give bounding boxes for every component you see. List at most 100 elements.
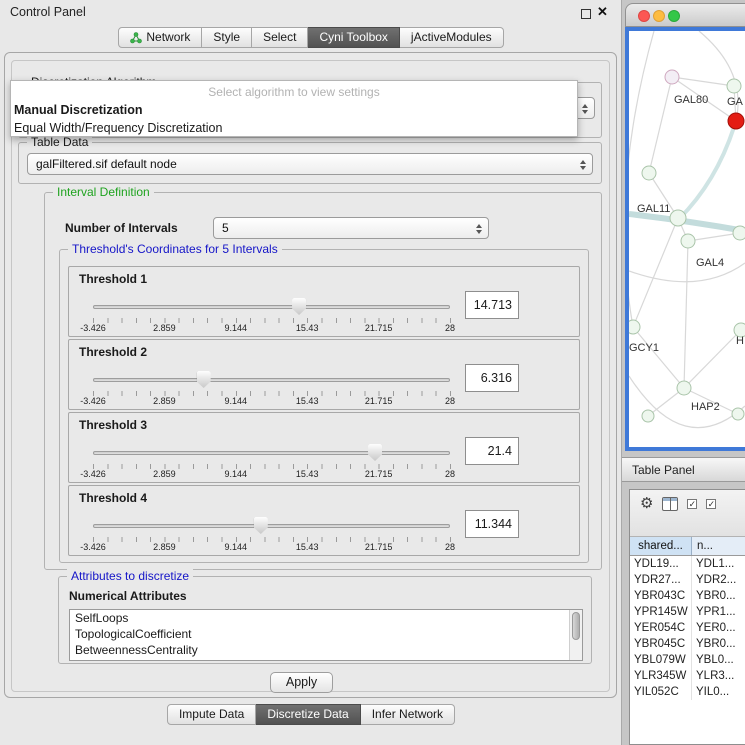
cell[interactable]: YBL0...: [692, 652, 745, 668]
cell[interactable]: YBR043C: [630, 588, 692, 604]
tab-cyni-toolbox[interactable]: Cyni Toolbox: [308, 27, 399, 48]
tick-label: 9.144: [225, 469, 248, 479]
number-of-intervals-label: Number of Intervals: [65, 221, 178, 235]
network-node[interactable]: [670, 210, 686, 226]
threshold-value-field[interactable]: 6.316: [465, 364, 519, 392]
table-row[interactable]: YBR045CYBR0...: [630, 636, 745, 652]
table-row[interactable]: YIL052CYIL0...: [630, 684, 745, 700]
cell[interactable]: YPR1...: [692, 604, 745, 620]
checkbox-checked-icon[interactable]: ✓: [706, 499, 716, 509]
slider-thumb[interactable]: [292, 298, 306, 315]
network-node[interactable]: [629, 320, 640, 334]
slider-thumb[interactable]: [254, 517, 268, 534]
network-node[interactable]: [665, 70, 679, 84]
network-node[interactable]: [733, 226, 745, 240]
table-row[interactable]: YDR27...YDR2...: [630, 572, 745, 588]
slider-thumb[interactable]: [368, 444, 382, 461]
threshold-value-field[interactable]: 14.713: [465, 291, 519, 319]
close-icon[interactable]: ✕: [597, 4, 608, 20]
scrollbar-thumb[interactable]: [572, 612, 580, 640]
cell[interactable]: YBL079W: [630, 652, 692, 668]
node-label-gal11: GAL11: [637, 203, 670, 215]
cell[interactable]: YIL052C: [630, 684, 692, 700]
top-tab-bar: Network Style Select Cyni Toolbox jActiv…: [0, 27, 622, 48]
dropdown-option-equal-width[interactable]: Equal Width/Frequency Discretization: [11, 119, 577, 137]
column-header-name[interactable]: n...: [692, 537, 745, 555]
gear-icon[interactable]: ⚙: [640, 496, 653, 512]
threshold-value-field[interactable]: 21.4: [465, 437, 519, 465]
cell[interactable]: YDR2...: [692, 572, 745, 588]
threshold-label: Threshold 2: [79, 345, 147, 359]
table-row[interactable]: YER054CYER0...: [630, 620, 745, 636]
slider-track[interactable]: [93, 524, 450, 528]
tick-label: 15.43: [296, 469, 319, 479]
checkbox-checked-icon[interactable]: ✓: [687, 499, 697, 509]
tick-label: -3.426: [80, 469, 106, 479]
cell[interactable]: YER0...: [692, 620, 745, 636]
columns-icon[interactable]: [662, 497, 678, 511]
table-row[interactable]: YPR145WYPR1...: [630, 604, 745, 620]
float-window-icon[interactable]: [581, 9, 591, 19]
cell[interactable]: YLR3...: [692, 668, 745, 684]
cell[interactable]: YER054C: [630, 620, 692, 636]
list-item[interactable]: SelfLoops: [70, 610, 582, 626]
vertical-scrollbar[interactable]: [569, 610, 582, 660]
minimize-traffic-light-icon[interactable]: [653, 10, 665, 22]
tab-jactivemodules[interactable]: jActiveModules: [400, 27, 504, 48]
table-row[interactable]: YDL19...YDL1...: [630, 556, 745, 572]
table-panel-window: ⚙ ✓ ✓ shared... n... YDL19...YDL1... YDR…: [629, 489, 745, 745]
column-header-shared-name[interactable]: shared...: [630, 537, 692, 555]
network-node[interactable]: [642, 166, 656, 180]
network-node[interactable]: [681, 234, 695, 248]
list-item[interactable]: TopologicalCoefficient: [70, 626, 582, 642]
network-node[interactable]: [732, 408, 744, 420]
apply-button[interactable]: Apply: [270, 672, 333, 693]
threshold-slider[interactable]: [93, 298, 450, 316]
table-row[interactable]: YLR345WYLR3...: [630, 668, 745, 684]
threshold-slider[interactable]: [93, 444, 450, 462]
number-of-intervals-combo[interactable]: 5: [213, 217, 489, 239]
tick-label: 2.859: [153, 469, 176, 479]
cell[interactable]: YIL0...: [692, 684, 745, 700]
slider-track[interactable]: [93, 378, 450, 382]
cell[interactable]: YDR27...: [630, 572, 692, 588]
tab-infer-network[interactable]: Infer Network: [361, 704, 455, 725]
cell[interactable]: YLR345W: [630, 668, 692, 684]
network-node-selected-red[interactable]: [728, 113, 744, 129]
table-row[interactable]: YBL079WYBL0...: [630, 652, 745, 668]
cell[interactable]: YDL1...: [692, 556, 745, 572]
zoom-traffic-light-icon[interactable]: [668, 10, 680, 22]
table-data-combo[interactable]: galFiltered.sif default node: [27, 153, 593, 175]
threshold-value-field[interactable]: 11.344: [465, 510, 519, 538]
table-row[interactable]: YBR043CYBR0...: [630, 588, 745, 604]
slider-thumb[interactable]: [197, 371, 211, 388]
cell[interactable]: YBR0...: [692, 636, 745, 652]
cell[interactable]: YDL19...: [630, 556, 692, 572]
table-panel-titlebar[interactable]: Table Panel: [622, 457, 745, 482]
dropdown-option-manual[interactable]: Manual Discretization: [11, 101, 577, 119]
tick-label: 9.144: [225, 323, 248, 333]
close-traffic-light-icon[interactable]: [638, 10, 650, 22]
tab-impute-data[interactable]: Impute Data: [167, 704, 256, 725]
network-node[interactable]: [727, 79, 741, 93]
network-nodes: [629, 70, 745, 422]
network-window-titlebar[interactable]: [625, 3, 745, 27]
algorithm-dropdown-popup: Select algorithm to view settings Manual…: [10, 80, 578, 137]
slider-track[interactable]: [93, 305, 450, 309]
tab-style[interactable]: Style: [202, 27, 252, 48]
tab-select[interactable]: Select: [252, 27, 308, 48]
network-canvas[interactable]: GAL80 GA GAL11 GAL4 GCY1 H HAP2: [625, 27, 745, 451]
cell[interactable]: YPR145W: [630, 604, 692, 620]
tab-network[interactable]: Network: [118, 27, 202, 48]
tab-discretize-data[interactable]: Discretize Data: [256, 704, 360, 725]
list-item[interactable]: BetweennessCentrality: [70, 642, 582, 658]
cell[interactable]: YBR045C: [630, 636, 692, 652]
combo-stepper-icon: [473, 222, 484, 236]
network-node[interactable]: [677, 381, 691, 395]
threshold-slider[interactable]: [93, 517, 450, 535]
network-node[interactable]: [642, 410, 654, 422]
number-of-intervals-value: 5: [222, 221, 229, 235]
threshold-slider[interactable]: [93, 371, 450, 389]
slider-track[interactable]: [93, 451, 450, 455]
cell[interactable]: YBR0...: [692, 588, 745, 604]
